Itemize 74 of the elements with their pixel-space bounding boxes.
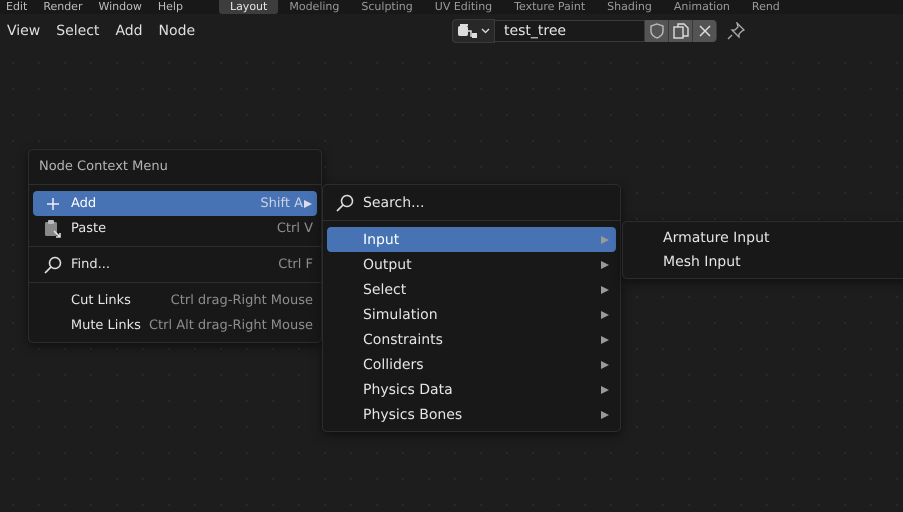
menu-item[interactable]: Simulation bbox=[327, 302, 616, 327]
workspace-tab[interactable]: Layout bbox=[218, 0, 278, 14]
workspace-tab[interactable]: UV Editing bbox=[424, 0, 504, 14]
submenu-arrow-icon bbox=[600, 260, 610, 270]
node-editor-icon bbox=[457, 23, 479, 39]
menu-item-label: Find... bbox=[71, 257, 110, 272]
menu-search-field[interactable]: Search... bbox=[327, 185, 616, 220]
menu-item[interactable]: Physics Bones bbox=[327, 402, 616, 427]
menu-item[interactable]: Mute Links Ctrl Alt drag-Right Mouse bbox=[33, 313, 317, 338]
shortcut-label: Ctrl V bbox=[276, 221, 313, 236]
node-tree-name-field[interactable]: test_tree bbox=[495, 20, 645, 42]
pin-icon[interactable] bbox=[727, 22, 745, 40]
search-icon bbox=[43, 254, 63, 274]
plus-icon bbox=[46, 196, 60, 210]
menu-item[interactable]: Colliders bbox=[327, 352, 616, 377]
shortcut-label: Ctrl Alt drag-Right Mouse bbox=[148, 318, 313, 333]
workspace-tab[interactable]: Texture Paint bbox=[503, 0, 596, 14]
submenu-arrow-icon bbox=[600, 360, 610, 370]
submenu-arrow-icon bbox=[600, 384, 610, 394]
menu-item[interactable]: Cut Links Ctrl drag-Right Mouse bbox=[33, 288, 317, 313]
menu-item-label: Constraints bbox=[363, 332, 443, 348]
menu-item-label: Add bbox=[71, 196, 96, 211]
copy-icon bbox=[672, 23, 688, 39]
shortcut-label: Ctrl F bbox=[277, 257, 313, 272]
menu-item-label: Physics Data bbox=[363, 382, 453, 398]
menu-item[interactable]: Paste Ctrl V bbox=[33, 216, 317, 241]
submenu-arrow-icon bbox=[600, 410, 610, 420]
menu-item[interactable]: Output bbox=[327, 252, 616, 277]
header-menu[interactable]: Node bbox=[152, 23, 202, 39]
submenu-arrow-icon bbox=[600, 310, 610, 320]
workspace-tab[interactable]: Animation bbox=[662, 0, 741, 14]
menu-item-label: Select bbox=[363, 282, 406, 298]
menu-item-label: Physics Bones bbox=[363, 406, 462, 422]
workspace-tab[interactable]: Shading bbox=[596, 0, 663, 14]
menu-title: Node Context Menu bbox=[38, 158, 169, 176]
clipboard-icon bbox=[43, 218, 63, 238]
close-icon bbox=[698, 25, 710, 37]
menu-item[interactable]: Render bbox=[37, 0, 92, 14]
caret-icon bbox=[481, 28, 490, 34]
menu-item[interactable]: Physics Data bbox=[327, 377, 616, 402]
header-menu[interactable]: Select bbox=[49, 23, 106, 39]
menu-item-label: Input bbox=[363, 232, 400, 248]
submenu-arrow-icon bbox=[600, 284, 610, 294]
menu-item[interactable]: Add Shift A bbox=[33, 191, 317, 216]
submenu-arrow-icon bbox=[600, 234, 610, 244]
workspace-tab[interactable]: Modeling bbox=[278, 0, 350, 14]
header-menu[interactable]: Add bbox=[108, 23, 150, 39]
workspace-tab[interactable]: Rend bbox=[740, 0, 791, 14]
menu-item[interactable]: Find... Ctrl F bbox=[33, 252, 317, 277]
menu-item-label: Output bbox=[363, 256, 412, 272]
submenu-arrow-icon bbox=[600, 334, 610, 344]
shortcut-label: Shift A bbox=[259, 196, 303, 211]
shield-icon bbox=[648, 23, 664, 39]
menu-item-label: Cut Links bbox=[71, 293, 131, 308]
menu-item-label: Simulation bbox=[363, 306, 438, 322]
menu-item[interactable]: Help bbox=[152, 0, 193, 14]
fake-user-button[interactable] bbox=[645, 20, 669, 42]
menu-item[interactable]: Input bbox=[327, 227, 616, 252]
menu-item[interactable]: Armature Input bbox=[627, 226, 903, 250]
menu-item-label: Mute Links bbox=[70, 318, 141, 333]
menu-item[interactable]: Mesh Input bbox=[627, 250, 903, 274]
editor-type-button[interactable] bbox=[452, 19, 495, 43]
menu-item[interactable]: Window bbox=[92, 0, 152, 14]
menu-item[interactable]: Edit bbox=[0, 0, 38, 14]
search-icon bbox=[335, 192, 355, 212]
shortcut-label: Ctrl drag-Right Mouse bbox=[170, 293, 313, 308]
menu-item-label: Paste bbox=[71, 221, 106, 236]
menu-item[interactable]: Constraints bbox=[327, 327, 616, 352]
menu-item-label: Colliders bbox=[363, 356, 424, 372]
workspace-tab[interactable]: Sculpting bbox=[350, 0, 424, 14]
header-menu[interactable]: View bbox=[0, 23, 48, 39]
duplicate-button[interactable] bbox=[669, 20, 693, 42]
menu-item[interactable]: Select bbox=[327, 277, 616, 302]
unlink-button[interactable] bbox=[693, 20, 717, 42]
